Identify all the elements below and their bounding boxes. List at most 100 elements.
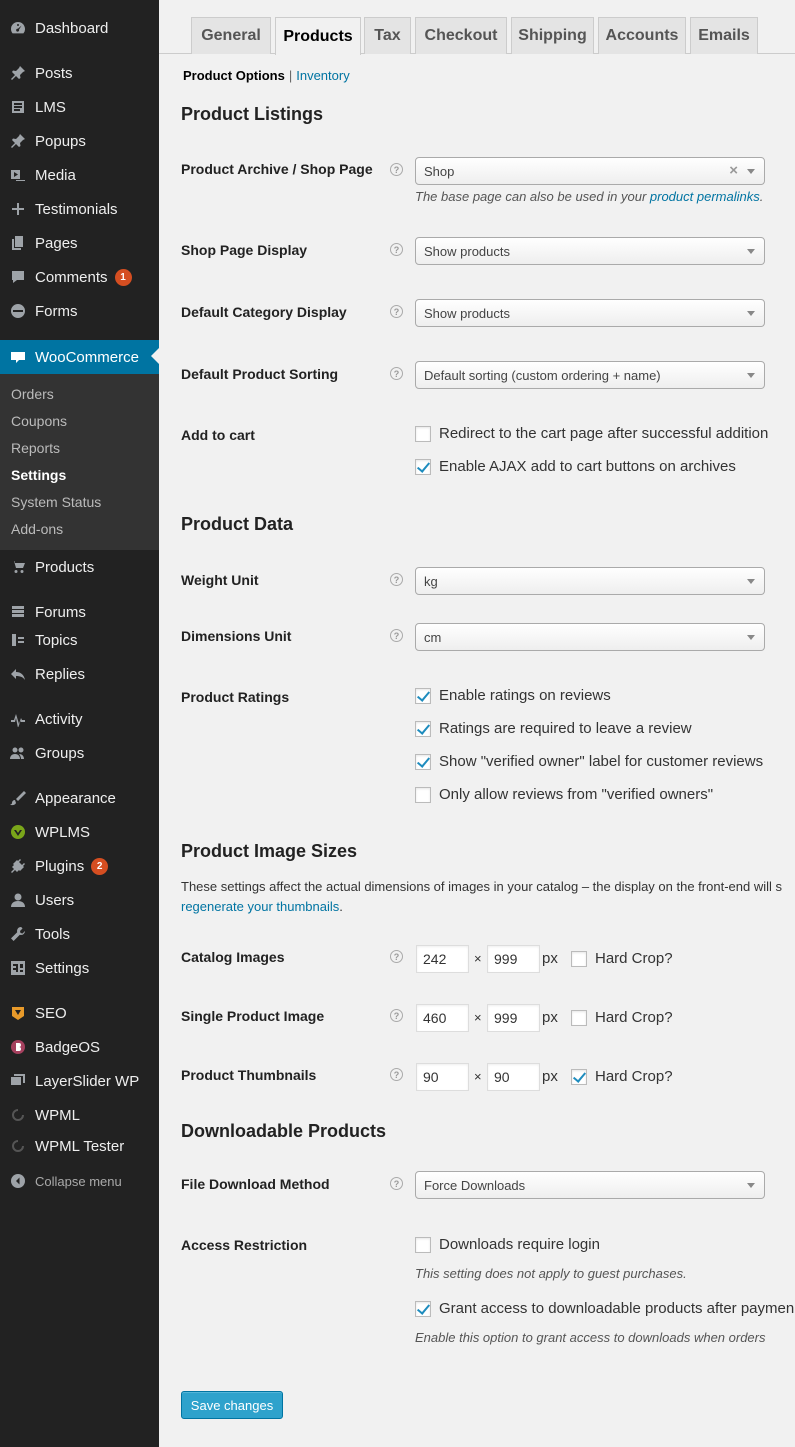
tab-products[interactable]: Products (275, 17, 361, 55)
tab-accounts[interactable]: Accounts (598, 17, 686, 54)
add-to-cart-label: Add to cart (181, 427, 255, 443)
subnav-product-options[interactable]: Product Options (183, 68, 285, 83)
single-width-input[interactable]: 460 (416, 1004, 469, 1032)
shop-page-select[interactable]: Shop × (415, 157, 765, 185)
thumbs-hard-crop-option[interactable]: Hard Crop? (571, 1068, 673, 1085)
product-permalinks-link[interactable]: product permalinks (650, 189, 760, 204)
ratings-required-checkbox[interactable] (415, 720, 431, 737)
redirect-cart-option[interactable]: Redirect to the cart page after successf… (415, 425, 768, 442)
submenu-system-status[interactable]: System Status (11, 494, 101, 510)
sorting-select[interactable]: Default sorting (custom ordering + name) (415, 361, 765, 389)
redirect-cart-checkbox[interactable] (415, 425, 431, 442)
menu-plugins[interactable]: Plugins 2 (0, 851, 159, 881)
menu-forms[interactable]: Forms (0, 296, 159, 326)
menu-comments[interactable]: Comments 1 (0, 262, 159, 292)
menu-label: Forums (35, 603, 86, 621)
single-height-input[interactable]: 999 (487, 1004, 540, 1032)
single-hard-crop-checkbox[interactable] (571, 1009, 587, 1026)
tab-checkout[interactable]: Checkout (415, 17, 507, 54)
help-icon[interactable]: ? (390, 367, 403, 380)
menu-layerslider[interactable]: LayerSlider WP (0, 1066, 159, 1096)
shop-display-select[interactable]: Show products (415, 237, 765, 265)
catalog-hard-crop-option[interactable]: Hard Crop? (571, 950, 673, 967)
menu-label: Appearance (35, 789, 116, 807)
menu-label: Media (35, 166, 76, 184)
menu-users[interactable]: Users (0, 885, 159, 915)
option-label: Hard Crop? (595, 1068, 673, 1085)
enable-ratings-checkbox[interactable] (415, 687, 431, 704)
save-changes-button[interactable]: Save changes (181, 1391, 283, 1419)
help-icon[interactable]: ? (390, 163, 403, 176)
downloads-require-login-checkbox[interactable] (415, 1236, 431, 1253)
menu-topics[interactable]: Topics (0, 625, 159, 655)
ajax-add-to-cart-checkbox[interactable] (415, 458, 431, 475)
menu-media[interactable]: Media (0, 160, 159, 190)
grant-access-description: Enable this option to grant access to do… (415, 1330, 766, 1345)
catalog-hard-crop-checkbox[interactable] (571, 950, 587, 967)
ratings-required-option[interactable]: Ratings are required to leave a review (415, 720, 692, 737)
menu-tools[interactable]: Tools (0, 919, 159, 949)
menu-wplms[interactable]: WPLMS (0, 817, 159, 847)
help-icon[interactable]: ? (390, 573, 403, 586)
category-display-select[interactable]: Show products (415, 299, 765, 327)
submenu-settings[interactable]: Settings (11, 467, 66, 483)
menu-replies[interactable]: Replies (0, 659, 159, 689)
ajax-add-to-cart-option[interactable]: Enable AJAX add to cart buttons on archi… (415, 458, 736, 475)
menu-appearance[interactable]: Appearance (0, 783, 159, 813)
subnav-inventory-link[interactable]: Inventory (296, 68, 349, 83)
help-icon[interactable]: ? (390, 950, 403, 963)
menu-pages[interactable]: Pages (0, 228, 159, 258)
single-hard-crop-option[interactable]: Hard Crop? (571, 1009, 673, 1026)
regenerate-thumbnails-link[interactable]: regenerate your thumbnails (181, 899, 339, 914)
weight-unit-select[interactable]: kg (415, 567, 765, 595)
submenu-add-ons[interactable]: Add-ons (11, 521, 63, 537)
thumbs-width-input[interactable]: 90 (416, 1063, 469, 1091)
downloads-require-login-option[interactable]: Downloads require login (415, 1236, 600, 1253)
menu-popups[interactable]: Popups (0, 126, 159, 156)
tab-tax[interactable]: Tax (364, 17, 411, 54)
catalog-height-input[interactable]: 999 (487, 945, 540, 973)
help-icon[interactable]: ? (390, 243, 403, 256)
catalog-width-input[interactable]: 242 (416, 945, 469, 973)
dimensions-unit-select[interactable]: cm (415, 623, 765, 651)
menu-testimonials[interactable]: Testimonials (0, 194, 159, 224)
menu-activity[interactable]: Activity (0, 704, 159, 734)
submenu-coupons[interactable]: Coupons (11, 413, 67, 429)
menu-woocommerce[interactable]: WooCommerce (0, 340, 159, 374)
help-icon[interactable]: ? (390, 629, 403, 642)
option-label: Only allow reviews from "verified owners… (439, 786, 714, 803)
menu-wpml[interactable]: WPML (0, 1100, 159, 1130)
thumbs-height-input[interactable]: 90 (487, 1063, 540, 1091)
menu-badgeos[interactable]: BadgeOS (0, 1032, 159, 1062)
help-icon[interactable]: ? (390, 1068, 403, 1081)
download-method-select[interactable]: Force Downloads (415, 1171, 765, 1199)
clear-selection-icon[interactable]: × (729, 162, 738, 179)
help-icon[interactable]: ? (390, 1009, 403, 1022)
menu-settings[interactable]: Settings (0, 953, 159, 983)
collapse-menu-button[interactable]: Collapse menu (0, 1166, 159, 1196)
tab-shipping[interactable]: Shipping (511, 17, 594, 54)
verified-owners-only-option[interactable]: Only allow reviews from "verified owners… (415, 786, 713, 803)
thumbs-hard-crop-checkbox[interactable] (571, 1068, 587, 1085)
verified-owner-label-option[interactable]: Show "verified owner" label for customer… (415, 753, 763, 770)
menu-forums[interactable]: Forums (0, 597, 159, 627)
grant-access-option[interactable]: Grant access to downloadable products af… (415, 1300, 794, 1317)
help-icon[interactable]: ? (390, 305, 403, 318)
tab-general[interactable]: General (191, 17, 271, 54)
enable-ratings-option[interactable]: Enable ratings on reviews (415, 687, 611, 704)
menu-products[interactable]: Products (0, 552, 159, 582)
menu-dashboard[interactable]: Dashboard (0, 13, 159, 43)
menu-seo[interactable]: SEO (0, 998, 159, 1028)
shop-page-label: Product Archive / Shop Page (181, 161, 373, 177)
menu-posts[interactable]: Posts (0, 58, 159, 88)
grant-access-checkbox[interactable] (415, 1300, 431, 1317)
menu-wpml-tester[interactable]: WPML Tester (0, 1131, 159, 1161)
verified-owner-label-checkbox[interactable] (415, 753, 431, 770)
submenu-reports[interactable]: Reports (11, 440, 60, 456)
verified-owners-only-checkbox[interactable] (415, 786, 431, 803)
menu-groups[interactable]: Groups (0, 738, 159, 768)
submenu-orders[interactable]: Orders (11, 386, 54, 402)
menu-lms[interactable]: LMS (0, 92, 159, 122)
help-icon[interactable]: ? (390, 1177, 403, 1190)
tab-emails[interactable]: Emails (690, 17, 758, 54)
